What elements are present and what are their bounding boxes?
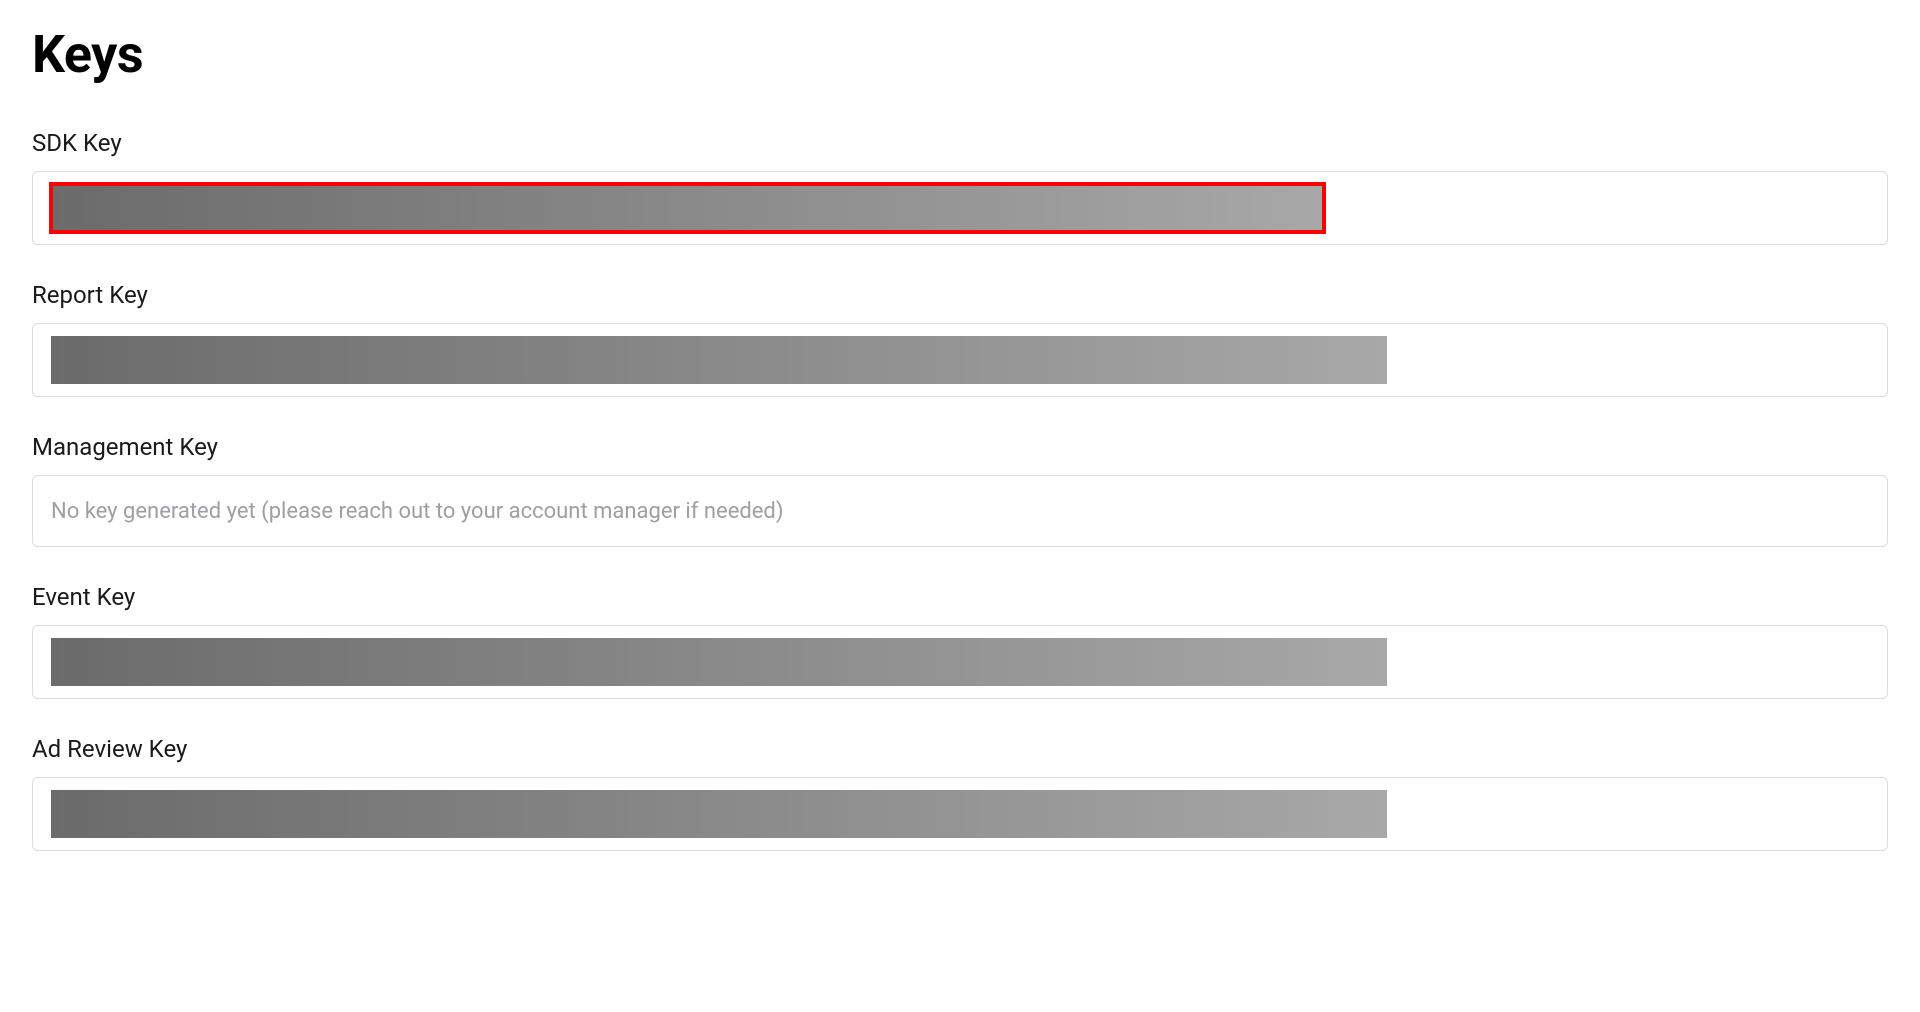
report-key-field[interactable] [32,323,1888,397]
page-title: Keys [32,24,1888,85]
event-key-field[interactable] [32,625,1888,699]
management-key-placeholder: No key generated yet (please reach out t… [51,499,784,524]
ad-review-key-redacted-value [51,790,1387,838]
report-key-group: Report Key [32,281,1888,397]
event-key-redacted-value [51,638,1387,686]
sdk-key-field[interactable] [32,171,1888,245]
ad-review-key-field[interactable] [32,777,1888,851]
ad-review-key-label: Ad Review Key [32,735,1888,763]
sdk-key-redacted-value [51,184,1324,232]
management-key-group: Management Key No key generated yet (ple… [32,433,1888,547]
event-key-label: Event Key [32,583,1888,611]
sdk-key-label: SDK Key [32,129,1888,157]
report-key-redacted-value [51,336,1387,384]
event-key-group: Event Key [32,583,1888,699]
report-key-label: Report Key [32,281,1888,309]
sdk-key-group: SDK Key [32,129,1888,245]
management-key-label: Management Key [32,433,1888,461]
management-key-field[interactable]: No key generated yet (please reach out t… [32,475,1888,547]
ad-review-key-group: Ad Review Key [32,735,1888,851]
